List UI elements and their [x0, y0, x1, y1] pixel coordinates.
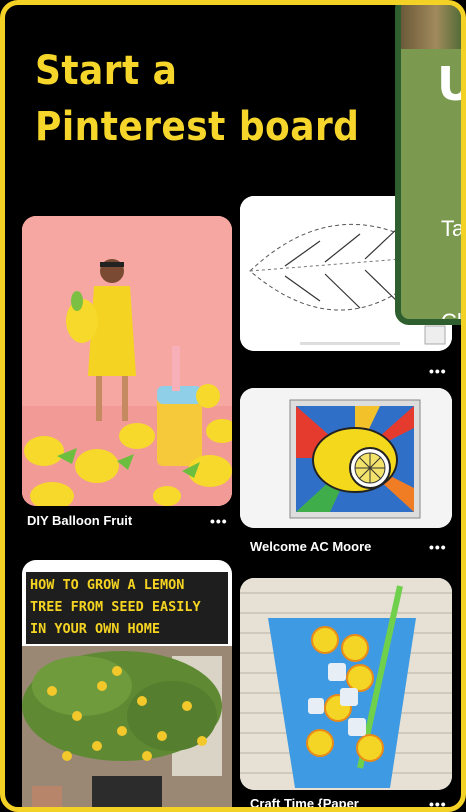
pin-label-ac-moore[interactable]: Welcome AC Moore	[250, 539, 371, 554]
pin-image-balloon-fruit	[22, 216, 232, 506]
overlay-card[interactable]: U Ta Ch ch an	[395, 5, 465, 325]
pin-image-lemonade-cup-craft	[240, 578, 452, 790]
more-options-icon[interactable]: •••	[210, 514, 228, 528]
overlay-card-heading: U	[437, 57, 461, 111]
pin-craft-time-paper[interactable]	[240, 578, 452, 790]
pin-image-stained-glass-lemon	[240, 388, 452, 528]
pin-grow-lemon-tree[interactable]: HOW TO GROW A LEMON TREE FROM SEED EASIL…	[22, 560, 232, 807]
pin-image-lemon-tree	[22, 646, 232, 807]
more-options-icon[interactable]: •••	[429, 364, 447, 378]
pin-banner-text: HOW TO GROW A LEMON TREE FROM SEED EASIL…	[26, 572, 228, 644]
overlay-card-photo	[401, 5, 461, 49]
page-title: Start a Pinterest board	[35, 48, 360, 150]
pin-diy-balloon-fruit[interactable]	[22, 216, 232, 506]
more-options-icon[interactable]: •••	[429, 540, 447, 554]
app-frame: Start a Pinterest board DIY Balloon Frui…	[0, 0, 466, 812]
pin-welcome-ac-moore[interactable]	[240, 388, 452, 528]
pin-label-craft-time[interactable]: Craft Time {Paper	[250, 796, 359, 807]
more-options-icon[interactable]: •••	[429, 797, 447, 807]
overlay-card-text: Ta Ch ch an	[441, 216, 465, 325]
pin-label-balloon-fruit[interactable]: DIY Balloon Fruit	[27, 513, 132, 528]
